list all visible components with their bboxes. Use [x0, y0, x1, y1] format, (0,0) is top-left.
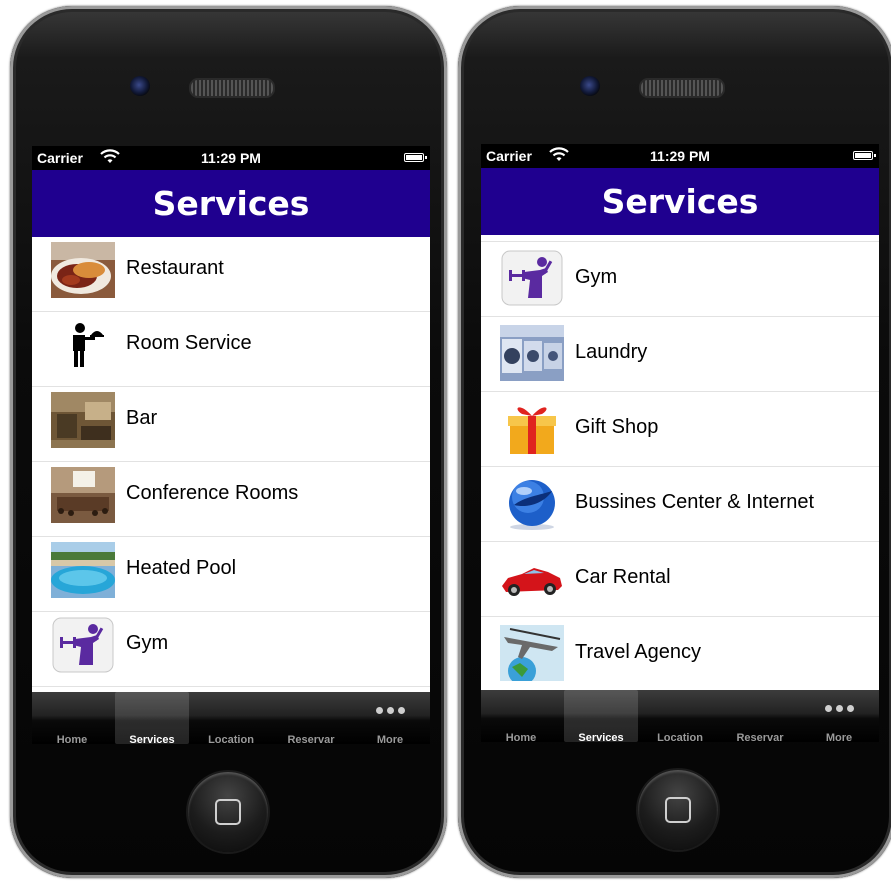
car-icon: [500, 550, 564, 606]
list-item-business-center[interactable]: Bussines Center & Internet: [481, 467, 879, 542]
list-item-heated-pool[interactable]: Heated Pool: [32, 537, 430, 612]
status-time: 11:29 PM: [201, 150, 261, 166]
tab-label: Services: [129, 734, 175, 744]
more-dots-icon: [370, 705, 410, 715]
pool-photo: [51, 542, 115, 598]
tab-location[interactable]: Location: [191, 692, 271, 744]
list-item-partial: [481, 235, 879, 242]
list-item-gift-shop[interactable]: Gift Shop: [481, 392, 879, 467]
tab-label: Home: [505, 732, 537, 742]
battery-icon: [404, 153, 427, 162]
airplane-globe-icon: [500, 625, 564, 681]
list-item-label: Room Service: [126, 332, 252, 354]
list-item-travel-agency[interactable]: Travel Agency: [481, 617, 879, 690]
tab-services[interactable]: Services: [115, 692, 189, 744]
gym-icon: [51, 617, 115, 673]
globe-icon: [500, 475, 564, 531]
restaurant-photo: [51, 242, 115, 298]
tab-label: Location: [657, 732, 703, 742]
list-item-label: Gym: [575, 266, 618, 288]
phone-right: Carrier 11:29 PM Services Gym Laundry Gi…: [458, 6, 891, 878]
tab-home[interactable]: Home: [32, 692, 112, 744]
conference-room-photo: [51, 467, 115, 523]
gym-icon: [500, 250, 564, 306]
tab-label: Location: [208, 734, 254, 744]
tab-reservar[interactable]: Reservar: [720, 690, 800, 742]
tab-bar: Home Services Location Reservar More: [32, 692, 430, 744]
page-title: Services: [601, 182, 759, 221]
screen: Carrier 11:29 PM Services: [481, 144, 879, 742]
home-button[interactable]: [638, 770, 718, 850]
status-time: 11:29 PM: [650, 148, 710, 164]
list-item-label: Conference Rooms: [126, 482, 299, 504]
tab-more[interactable]: More: [799, 690, 879, 742]
camera-icon: [130, 76, 150, 96]
list-item-label: Heated Pool: [126, 557, 237, 579]
screen: Carrier 11:29 PM Services: [32, 146, 430, 744]
status-bar: Carrier 11:29 PM: [481, 144, 879, 168]
page-title: Services: [152, 184, 310, 223]
list-item-room-service[interactable]: Room Service: [32, 312, 430, 387]
list-item-car-rental[interactable]: Car Rental: [481, 542, 879, 617]
list-item-gym[interactable]: Gym: [481, 242, 879, 317]
services-list: Gym Laundry Gift Shop Bussines Center & …: [481, 235, 879, 690]
battery-icon: [853, 151, 876, 160]
tab-more[interactable]: More: [350, 692, 430, 744]
tab-bar: Home Services Location Reservar More: [481, 690, 879, 742]
list-item-label: Gift Shop: [575, 416, 659, 438]
list-item-label: Car Rental: [575, 566, 671, 588]
speaker-grille: [639, 78, 725, 98]
phone-left: Carrier 11:29 PM Services Restaurant Roo…: [10, 6, 447, 878]
tab-label: Home: [56, 734, 88, 744]
list-item-label: Travel Agency: [575, 641, 701, 663]
services-list: Restaurant Room Service Bar Conference R…: [32, 237, 430, 692]
list-item-laundry[interactable]: Laundry: [481, 317, 879, 392]
list-item-label: Bar: [126, 407, 158, 429]
bar-photo: [51, 392, 115, 448]
list-item-label: Gym: [126, 632, 169, 654]
home-square-icon: [215, 799, 241, 825]
nav-bar: Services: [481, 168, 879, 235]
gift-icon: [500, 400, 564, 456]
more-dots-icon: [819, 703, 859, 713]
list-item-restaurant[interactable]: Restaurant: [32, 237, 430, 312]
list-item-conference-rooms[interactable]: Conference Rooms: [32, 462, 430, 537]
tab-services[interactable]: Services: [564, 690, 638, 742]
waiter-icon: [51, 317, 115, 373]
laundry-photo: [500, 325, 564, 381]
home-button[interactable]: [188, 772, 268, 852]
speaker-grille: [189, 78, 275, 98]
list-item-gym[interactable]: Gym: [32, 612, 430, 687]
tab-reservar[interactable]: Reservar: [271, 692, 351, 744]
status-bar: Carrier 11:29 PM: [32, 146, 430, 170]
home-square-icon: [665, 797, 691, 823]
tab-label: More: [825, 732, 853, 742]
list-item-label: Bussines Center & Internet: [575, 491, 815, 513]
tab-label: Services: [578, 732, 624, 742]
tab-label: More: [376, 734, 404, 744]
list-item-label: Laundry: [575, 341, 648, 363]
tab-label: Reservar: [736, 732, 784, 742]
list-item-bar[interactable]: Bar: [32, 387, 430, 462]
tab-label: Reservar: [287, 734, 335, 744]
tab-location[interactable]: Location: [640, 690, 720, 742]
nav-bar: Services: [32, 170, 430, 237]
camera-icon: [580, 76, 600, 96]
list-item-label: Restaurant: [126, 257, 224, 279]
tab-home[interactable]: Home: [481, 690, 561, 742]
